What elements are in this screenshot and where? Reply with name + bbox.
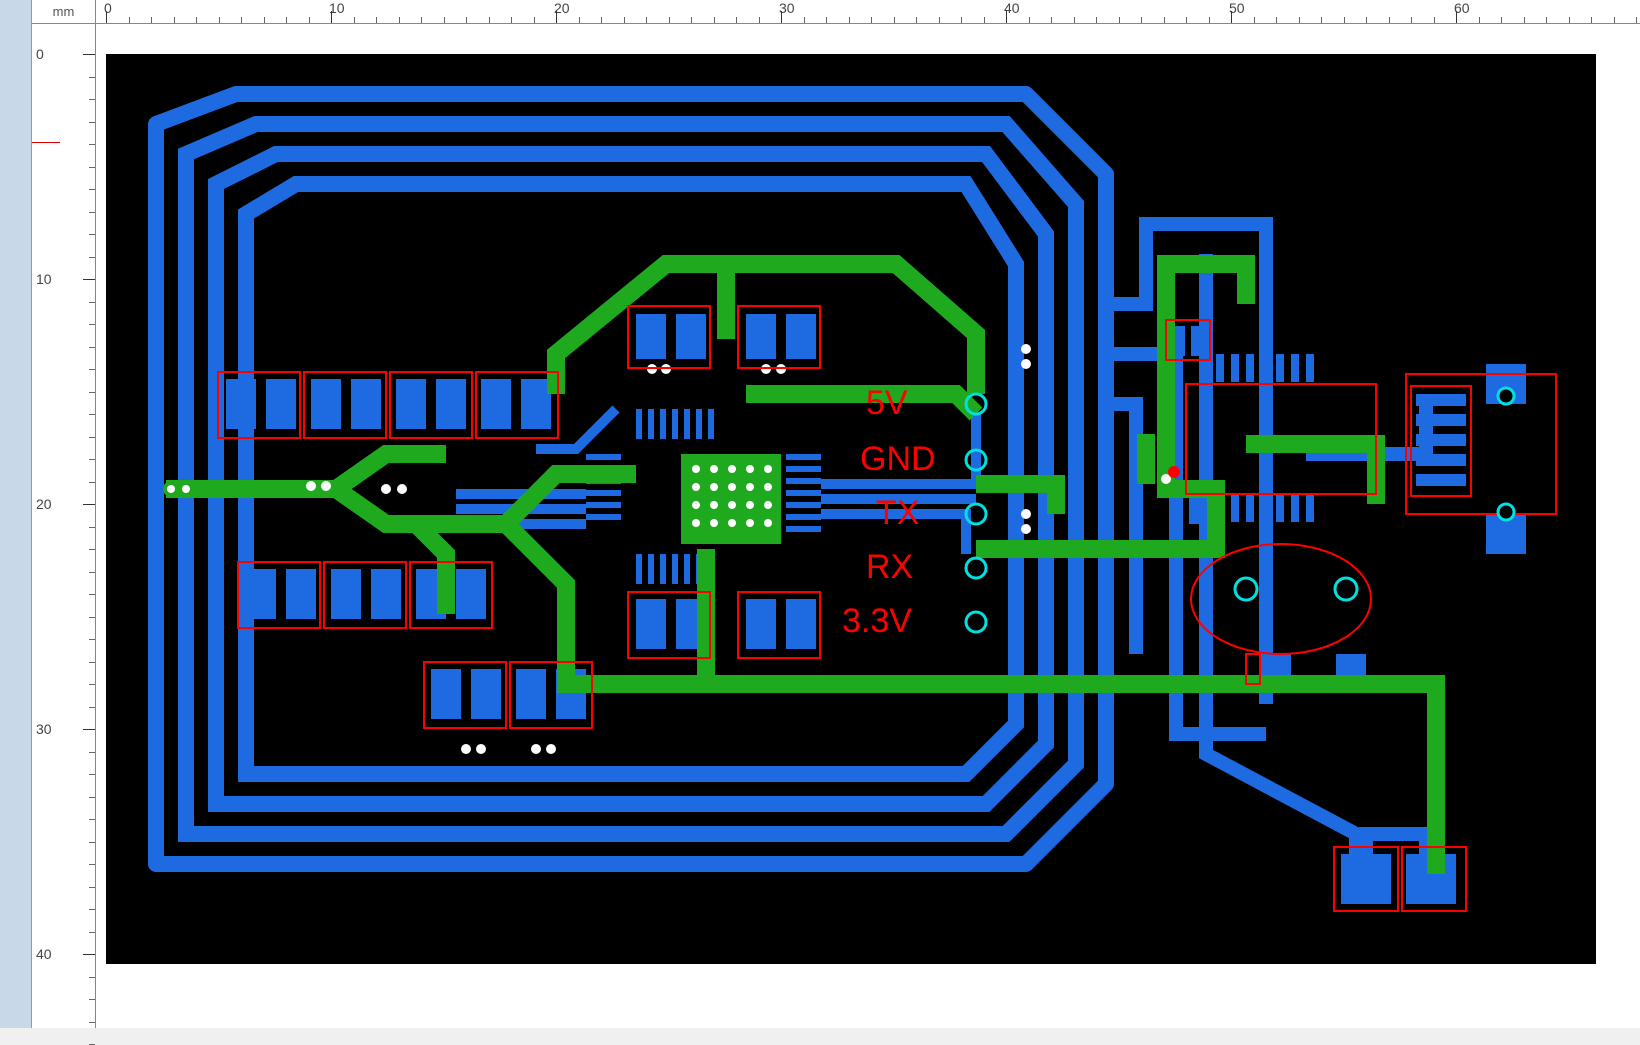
ruler-v-label: 0: [36, 46, 44, 62]
ruler-v-label: 40: [36, 946, 52, 962]
ruler-horizontal[interactable]: 0102030405060: [96, 0, 1640, 24]
ruler-vertical[interactable]: 0 10 20 30 40: [32, 24, 96, 1028]
label-gnd: GND: [860, 440, 936, 478]
ruler-top-row: mm 0102030405060: [32, 0, 1640, 24]
label-5v: 5V: [866, 384, 908, 422]
pcb-board[interactable]: 5V GND TX RX 3.3V: [106, 54, 1596, 964]
label-rx: RX: [866, 548, 913, 586]
ruler-v-label: 10: [36, 271, 52, 287]
ruler-unit-label: mm: [32, 0, 96, 24]
connector-holes: [1498, 388, 1514, 520]
editor-main: mm 0102030405060 0 10 20 30 40: [32, 0, 1640, 1028]
left-sidebar: [0, 0, 32, 1028]
pcb-canvas[interactable]: 5V GND TX RX 3.3V: [96, 24, 1640, 1028]
label-3v3: 3.3V: [842, 602, 912, 640]
ruler-v-label: 30: [36, 721, 52, 737]
label-tx: TX: [876, 494, 919, 532]
crystal-holes: [1235, 578, 1357, 600]
traces-blue-right: [1106, 224, 1426, 904]
ruler-v-label: 20: [36, 496, 52, 512]
pcb-svg[interactable]: 5V GND TX RX 3.3V: [106, 54, 1596, 964]
origin-marker: [32, 142, 60, 143]
